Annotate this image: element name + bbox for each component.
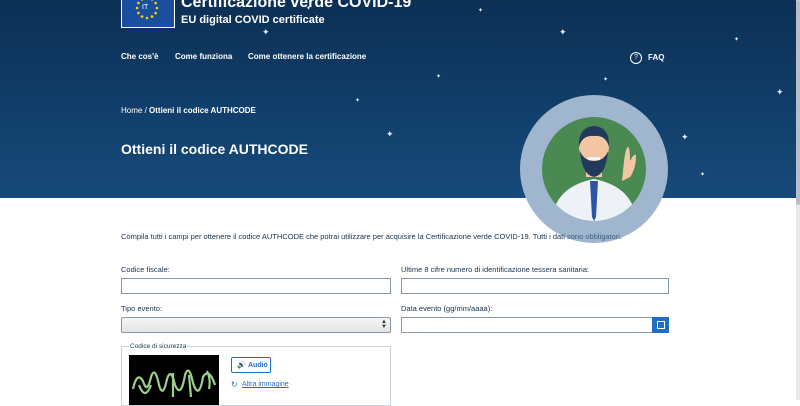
speaker-icon: 🔊 — [237, 362, 246, 369]
data-evento-input[interactable] — [401, 317, 653, 333]
audio-label: Audio — [248, 362, 268, 369]
tessera-sanitaria-input[interactable] — [401, 278, 669, 294]
page-scrollbar[interactable] — [796, 0, 800, 400]
star-decoration: ✦ — [776, 87, 784, 97]
captcha-image — [129, 355, 219, 405]
intro-text: Compila tutti i campi per ottenere il co… — [121, 232, 622, 241]
star-decoration: ✦ — [436, 74, 442, 80]
question-circle-icon[interactable]: ? — [630, 52, 642, 64]
waving-man-icon — [552, 126, 636, 221]
tipo-evento-select[interactable]: ▲ ▼ — [121, 317, 391, 333]
calendar-button[interactable] — [652, 317, 669, 333]
nav-item-che-cose[interactable]: Che cos'è — [121, 52, 158, 61]
site-subtitle: EU digital COVID certificate — [181, 14, 325, 26]
calendar-icon — [657, 321, 665, 329]
star-decoration: ✦ — [603, 77, 609, 83]
star-decoration: ✦ — [262, 27, 270, 37]
data-evento-label: Data evento (gg/mm/aaaa): — [401, 304, 493, 313]
select-arrows-icon: ▲ ▼ — [381, 319, 387, 330]
intro-body: Compila tutti i campi per ottenere il co… — [121, 232, 568, 241]
tessera-label: Ultime 8 cifre numero di identificazione… — [401, 265, 590, 274]
breadcrumb: Home / Ottieni il codice AUTHCODE — [121, 106, 256, 115]
page-title: Ottieni il codice AUTHCODE — [121, 141, 308, 157]
captcha-title: Codice di sicurezza — [129, 343, 188, 350]
audio-button[interactable]: 🔊 Audio — [231, 357, 271, 373]
tipo-evento-label: Tipo evento: — [121, 304, 162, 313]
scrollbar-thumb[interactable] — [796, 0, 800, 205]
breadcrumb-home[interactable]: Home — [121, 106, 142, 115]
nav-item-come-ottenere[interactable]: Come ottenere la certificazione — [248, 52, 366, 61]
star-decoration: ✦ — [734, 37, 740, 43]
star-decoration: ✦ — [478, 8, 484, 14]
avatar-illustration — [542, 117, 646, 221]
codice-fiscale-label: Codice fiscale: — [121, 265, 170, 274]
eu-flag-logo[interactable]: IT — [121, 0, 175, 28]
refresh-icon[interactable]: ↻ — [231, 380, 238, 389]
star-decoration: ✦ — [700, 172, 706, 178]
nav-item-come-funziona[interactable]: Come funziona — [175, 52, 232, 61]
star-decoration: ✦ — [559, 27, 567, 37]
site-title[interactable]: Certificazione verde COVID-19 — [181, 0, 411, 12]
codice-fiscale-input[interactable] — [121, 278, 391, 294]
star-decoration: ✦ — [386, 129, 394, 139]
altra-immagine-link[interactable]: Altra immagine — [242, 381, 289, 388]
flag-label: IT — [142, 4, 149, 11]
hero-banner: ✦ ✦ ✦ ✦ ✦ ✦ ✦ ✦ ✦ ✦ ✦ ✦ IT Certificazion… — [0, 0, 796, 198]
breadcrumb-current: Ottieni il codice AUTHCODE — [149, 106, 256, 115]
star-decoration: ✦ — [355, 98, 361, 104]
captcha-glyphs — [131, 369, 217, 398]
breadcrumb-separator: / — [144, 106, 147, 115]
star-decoration: ✦ — [681, 132, 689, 142]
intro-required-note: sono obbligatori. — [567, 232, 623, 241]
nav-item-faq[interactable]: FAQ — [648, 53, 664, 62]
